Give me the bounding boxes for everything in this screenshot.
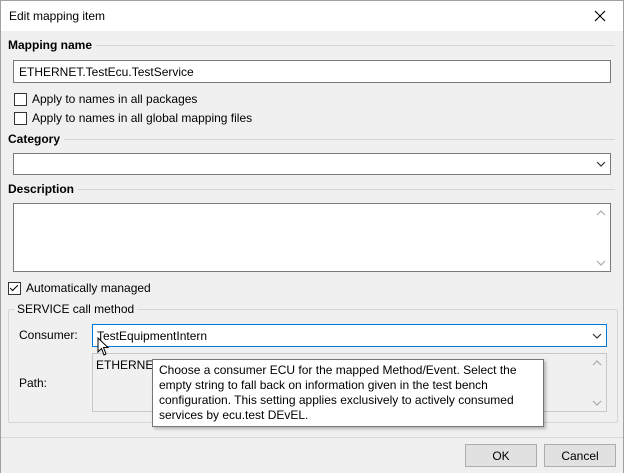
chevron-down-icon — [596, 161, 606, 167]
consumer-dropdown[interactable]: TestEquipmentIntern — [92, 324, 607, 347]
mouse-cursor-icon — [97, 337, 110, 356]
service-call-group-label: SERVICE call method — [14, 302, 138, 316]
apply-all-packages-label: Apply to names in all packages — [32, 92, 198, 106]
close-icon — [594, 10, 606, 22]
description-divider — [78, 189, 615, 190]
mapping-name-label: Mapping name — [8, 38, 97, 52]
category-dropdown[interactable] — [13, 153, 611, 175]
consumer-tooltip: Choose a consumer ECU for the mapped Met… — [152, 359, 544, 427]
window-title: Edit mapping item — [9, 9, 106, 23]
apply-global-files-checkbox[interactable] — [14, 111, 27, 125]
ok-button-label: OK — [492, 448, 510, 463]
dialog-footer: OK Cancel — [1, 437, 623, 473]
description-textarea[interactable] — [13, 203, 611, 272]
cancel-button[interactable]: Cancel — [544, 444, 616, 467]
auto-managed-row[interactable]: Automatically managed — [8, 281, 151, 295]
mapping-name-input[interactable]: ETHERNET.TestEcu.TestService — [13, 60, 611, 83]
path-label: Path: — [19, 376, 48, 390]
scroll-down-icon[interactable] — [596, 260, 606, 266]
category-divider — [64, 139, 615, 140]
apply-all-packages-row[interactable]: Apply to names in all packages — [14, 92, 197, 106]
scroll-down-icon[interactable] — [592, 400, 602, 406]
scroll-up-icon[interactable] — [596, 210, 606, 216]
close-button[interactable] — [577, 1, 623, 31]
category-label: Category — [8, 132, 65, 146]
apply-all-packages-checkbox[interactable] — [14, 92, 27, 106]
cancel-button-label: Cancel — [561, 448, 599, 463]
scroll-up-icon[interactable] — [592, 360, 602, 366]
title-bar: Edit mapping item — [1, 1, 623, 31]
edit-mapping-dialog: Edit mapping item Mapping name ETHERNET.… — [0, 0, 624, 473]
description-label: Description — [8, 182, 79, 196]
apply-global-files-row[interactable]: Apply to names in all global mapping fil… — [14, 111, 252, 125]
auto-managed-label: Automatically managed — [26, 281, 151, 295]
mapping-name-value: ETHERNET.TestEcu.TestService — [19, 65, 194, 79]
consumer-label: Consumer: — [19, 328, 78, 342]
consumer-value: TestEquipmentIntern — [97, 329, 208, 343]
mapping-name-divider — [93, 45, 615, 46]
tooltip-text: Choose a consumer ECU for the mapped Met… — [159, 363, 517, 422]
auto-managed-checkbox[interactable] — [8, 281, 21, 295]
apply-global-files-label: Apply to names in all global mapping fil… — [32, 111, 253, 125]
ok-button[interactable]: OK — [465, 444, 537, 467]
chevron-down-icon — [592, 333, 602, 339]
